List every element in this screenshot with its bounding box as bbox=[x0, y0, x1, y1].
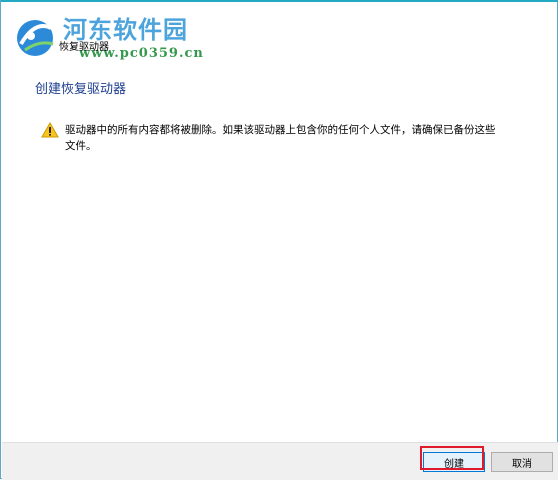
create-button-highlight bbox=[420, 446, 484, 470]
page-title: 创建恢复驱动器 bbox=[35, 82, 127, 97]
warning-icon bbox=[41, 122, 59, 138]
cancel-button[interactable]: 取消 bbox=[491, 452, 553, 472]
site-logo-icon bbox=[17, 20, 54, 56]
recovery-drive-window: 河东软件园 www.pc0359.cn 恢复驱动器 创建恢复驱动器 驱动器中的所… bbox=[0, 0, 558, 480]
warning-text: 驱动器中的所有内容都将被删除。如果该驱动器上包含你的任何个人文件，请确保已备份这… bbox=[65, 124, 496, 152]
window-title: 恢复驱动器 bbox=[59, 42, 109, 53]
